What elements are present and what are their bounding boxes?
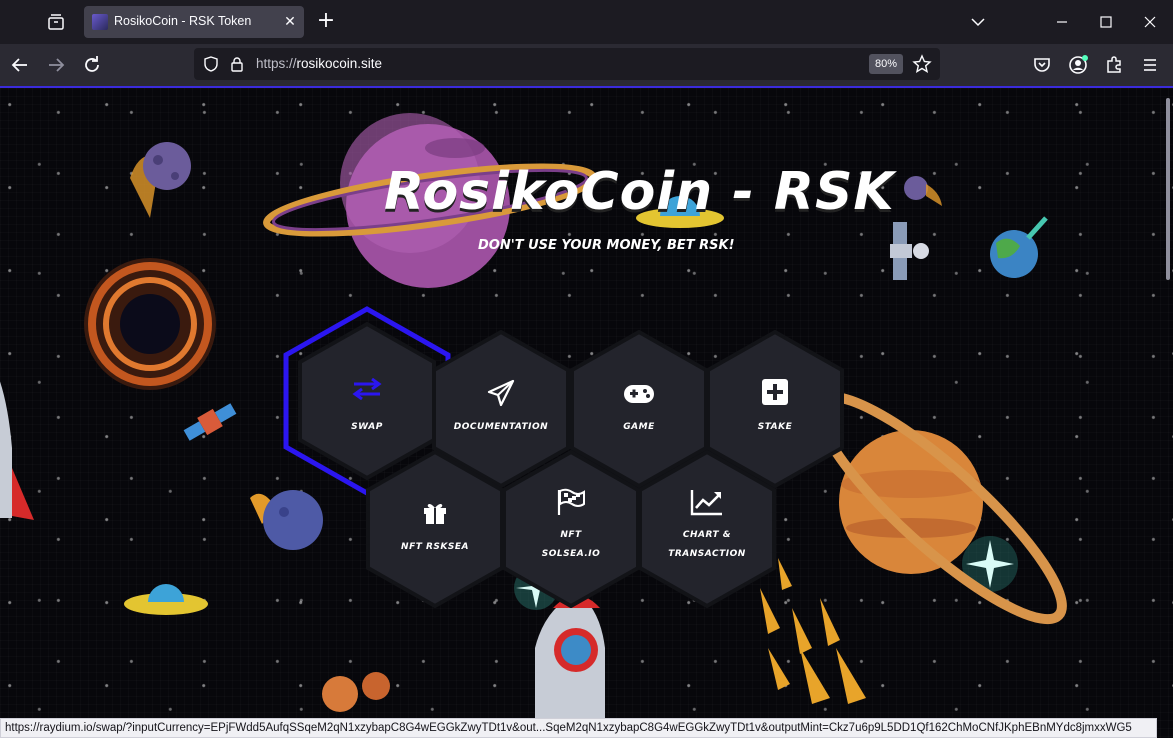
minimize-icon[interactable] [1048,8,1076,36]
url-protocol: https:// [256,56,297,71]
menu-hamburger-icon[interactable] [1138,53,1162,77]
ufo-bottom-icon [124,584,208,615]
tab-list-icon[interactable] [44,10,68,34]
page-scrollbar[interactable] [1166,98,1170,280]
rocket-left-icon [0,381,34,520]
shield-icon[interactable] [202,55,220,77]
asteroid-small-icon [904,176,942,206]
pocket-icon[interactable] [1030,53,1054,77]
nft-rsksea-button[interactable]: NFT RSKSEA [366,450,504,608]
satellite-small-icon [183,403,237,441]
new-tab-icon[interactable]: + [314,10,338,34]
nft-solsea-label-line1: NFT [560,530,582,540]
rocket-center-icon [535,593,605,738]
extensions-icon[interactable] [1102,53,1126,77]
chart-label-line1: CHART & [682,530,732,540]
chart-transaction-button[interactable]: CHART & TRANSACTION [638,450,776,608]
earth-icon [990,216,1048,278]
reload-icon[interactable] [80,53,104,77]
maximize-icon[interactable] [1092,8,1120,36]
close-window-icon[interactable] [1136,8,1164,36]
tab-title: RosikoCoin - RSK Token [114,14,252,28]
checkered-flag-icon [556,488,586,520]
close-tab-icon[interactable]: ✕ [280,12,300,32]
navigation-bar: https://rosikocoin.site 80% [0,44,1173,88]
blue-asteroid-icon [250,490,323,550]
url-host: rosikocoin.site [296,56,383,71]
stake-label: STAKE [757,422,793,432]
forward-arrow-icon [44,53,68,77]
gamepad-icon [623,384,655,408]
documentation-label: DOCUMENTATION [453,422,549,432]
nft-solsea-button[interactable]: NFT SOLSEA.IO [502,450,640,608]
zoom-badge[interactable]: 80% [869,54,904,74]
nft-rsksea-label: NFT RSKSEA [401,542,469,552]
page-title: RosikoCoin - RSK [384,162,895,222]
line-chart-icon [690,488,724,520]
back-arrow-icon[interactable] [8,53,32,77]
account-icon[interactable] [1066,53,1090,77]
page-content: RosikoCoin - RSK DON'T USE YOUR MONEY, B… [0,88,1173,738]
url-text: https://rosikocoin.site [256,56,382,71]
game-label: GAME [623,422,655,432]
gift-icon [421,498,449,530]
nft-solsea-label-line2: SOLSEA.IO [541,549,601,559]
chart-label-line2: TRANSACTION [668,549,746,559]
page-tagline: DON'T USE YOUR MONEY, BET RSK! [478,238,735,253]
lock-icon[interactable] [228,55,246,77]
status-bar-link-preview: https://raydium.io/swap/?inputCurrency=E… [0,718,1157,738]
address-bar[interactable]: https://rosikocoin.site 80% [194,48,940,80]
plus-square-icon [761,378,789,410]
black-hole-icon [84,258,216,390]
bookmark-star-icon[interactable] [912,54,932,78]
paper-plane-icon [486,378,516,412]
asteroid-icon [130,142,191,218]
tab-bar: RosikoCoin - RSK Token ✕ + [0,0,1173,44]
chevron-down-icon[interactable] [964,8,992,36]
swap-label: SWAP [351,422,383,432]
site-favicon-icon [92,14,108,30]
swap-arrows-icon [352,377,382,404]
rocks-icon [322,672,390,712]
tab-rosikocoin[interactable]: RosikoCoin - RSK Token ✕ [84,6,304,38]
satellite-icon [890,222,929,280]
